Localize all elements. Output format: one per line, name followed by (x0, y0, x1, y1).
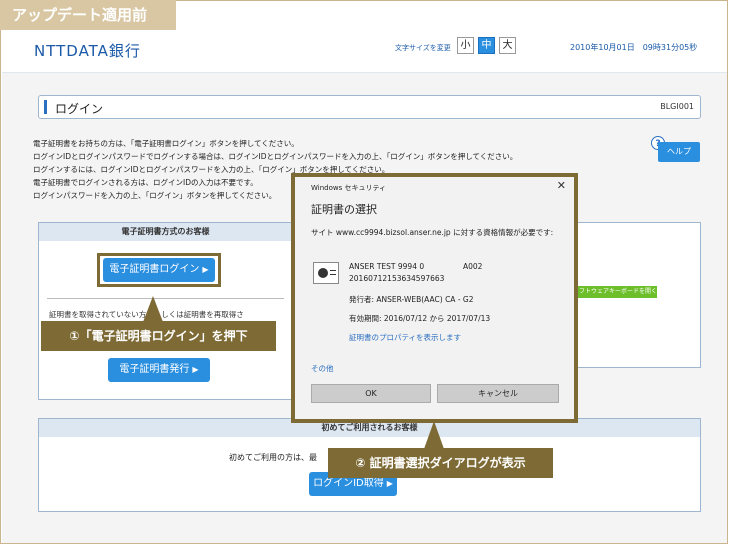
page-title-box: ログイン BLGI001 (38, 95, 701, 119)
divider (47, 298, 284, 299)
certificate-icon (313, 262, 339, 284)
first-panel-text: 初めてご利用の方は、最 (229, 453, 317, 462)
instruction-line: 電子証明書をお持ちの方は、「電子証明書ログイン」ボタンを押してください。 (33, 139, 299, 148)
callout-step-2: ② 証明書選択ダイアログが表示 (328, 448, 553, 478)
font-size-large-button[interactable]: 大 (499, 37, 516, 54)
chevron-right-icon: ▶ (386, 479, 393, 488)
dialog-titlebar: Windows セキュリティ (311, 184, 387, 192)
dialog-heading: 証明書の選択 (311, 203, 377, 216)
cert-code: A002 (463, 262, 483, 271)
label-tag: アップデート適用前 (0, 0, 176, 30)
close-icon[interactable]: ✕ (557, 179, 566, 192)
cert-issue-button[interactable]: 電子証明書発行 ▶ (108, 358, 210, 382)
dialog-body: Windows セキュリティ ✕ 証明書の選択 サイト www.cc9994.b… (295, 177, 574, 419)
login-id-label: ログインID取得 (313, 478, 384, 489)
callout-step-1: ①「電子証明書ログイン」を押下 (41, 321, 276, 351)
cert-serial: 20160712153634597663 (349, 274, 445, 283)
ok-button[interactable]: OK (311, 384, 431, 403)
cert-properties-link[interactable]: 証明書のプロパティを表示します (349, 332, 461, 343)
cert-issuer: 発行者: ANSER-WEB(AAC) CA - G2 (349, 295, 474, 304)
instruction-line: ログインパスワードを入力の上、「ログイン」ボタンを押してください。 (33, 191, 277, 200)
callout-pointer (424, 421, 444, 449)
help-button[interactable]: ヘルプ (658, 142, 700, 162)
software-keyboard-button[interactable]: ソフトウェアキーボードを開く (573, 286, 657, 298)
bank-logo: NTTDATA銀行 (34, 42, 141, 60)
chevron-right-icon: ▶ (192, 365, 199, 374)
datetime: 2010年10月01日 09時31分05秒 (570, 43, 698, 52)
instruction-line: 電子証明書でログインされる方は、ログインIDの入力は不要です。 (33, 178, 258, 187)
title-accent-bar (44, 100, 47, 114)
cert-name[interactable]: ANSER TEST 9994 0 (349, 262, 424, 271)
cert-panel-heading: 電子証明書方式のお客様 (39, 223, 292, 241)
callout-pointer (143, 296, 163, 322)
font-size-small-button[interactable]: 小 (457, 37, 474, 54)
instruction-line: ログインIDとログインパスワードでログインする場合は、ログインIDとログインパス… (33, 152, 518, 161)
page-title: ログイン (55, 102, 104, 116)
cert-validity: 有効期間: 2016/07/12 から 2017/07/13 (349, 314, 491, 323)
font-size-label: 文字サイズを変更 (395, 44, 451, 52)
site-header: NTTDATA銀行 文字サイズを変更 小 中 大 2010年10月01日 09時… (2, 30, 727, 75)
font-size-medium-button[interactable]: 中 (478, 37, 495, 54)
cert-select-dialog: Windows セキュリティ ✕ 証明書の選択 サイト www.cc9994.b… (291, 173, 578, 423)
other-options-link[interactable]: その他 (311, 363, 334, 374)
highlight-box (97, 253, 221, 287)
page-id: BLGI001 (660, 102, 694, 111)
dialog-site-text: サイト www.cc9994.bizsol.anser.ne.jp に対する資格… (311, 228, 554, 237)
cancel-button[interactable]: キャンセル (437, 384, 559, 403)
cert-issue-label: 電子証明書発行 (119, 364, 190, 375)
